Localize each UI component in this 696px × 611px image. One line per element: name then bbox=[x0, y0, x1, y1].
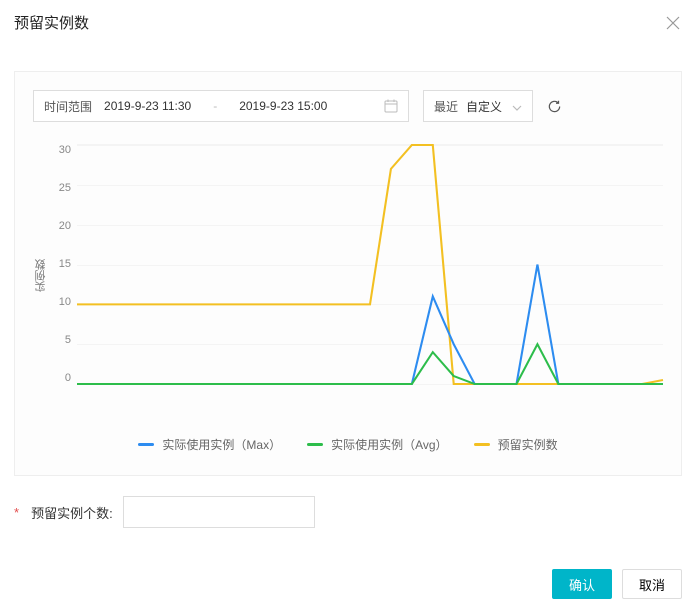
refresh-icon[interactable] bbox=[547, 99, 562, 114]
date-range-separator: - bbox=[213, 99, 217, 113]
close-icon[interactable] bbox=[666, 16, 680, 30]
legend-swatch-reserved bbox=[474, 443, 490, 446]
date-range-start: 2019-9-23 11:30 bbox=[104, 99, 191, 113]
legend-swatch-avg bbox=[307, 443, 323, 446]
legend-label-avg: 实际使用实例（Avg） bbox=[331, 436, 447, 453]
required-asterisk: * bbox=[14, 505, 19, 520]
series-reserved bbox=[77, 145, 663, 384]
date-range-end: 2019-9-23 15:00 bbox=[239, 99, 327, 113]
chart-legend: 实际使用实例（Max） 实际使用实例（Avg） 预留实例数 bbox=[33, 436, 663, 453]
legend-item-max[interactable]: 实际使用实例（Max） bbox=[138, 436, 281, 453]
chart-plot-area bbox=[77, 144, 663, 384]
calendar-icon bbox=[384, 99, 398, 113]
reserved-count-label: 预留实例个数: bbox=[31, 503, 113, 522]
legend-item-reserved[interactable]: 预留实例数 bbox=[474, 436, 558, 453]
chevron-down-icon bbox=[512, 101, 522, 111]
recent-select[interactable]: 最近 自定义 bbox=[423, 90, 533, 122]
confirm-button[interactable]: 确认 bbox=[552, 569, 612, 599]
series-max bbox=[77, 265, 663, 385]
reserved-count-input[interactable] bbox=[123, 496, 315, 528]
legend-label-reserved: 预留实例数 bbox=[498, 436, 558, 453]
recent-value: 自定义 bbox=[466, 98, 502, 115]
date-range-label: 时间范围 bbox=[44, 98, 92, 115]
y-axis-label: 实例数 bbox=[33, 259, 49, 292]
page-title: 预留实例数 bbox=[14, 12, 89, 33]
date-range-picker[interactable]: 时间范围 2019-9-23 11:30 - 2019-9-23 15:00 bbox=[33, 90, 409, 122]
legend-label-max: 实际使用实例（Max） bbox=[162, 436, 281, 453]
series-avg bbox=[77, 344, 663, 384]
legend-item-avg[interactable]: 实际使用实例（Avg） bbox=[307, 436, 447, 453]
cancel-button[interactable]: 取消 bbox=[622, 569, 682, 599]
chart-panel: 时间范围 2019-9-23 11:30 - 2019-9-23 15:00 最… bbox=[14, 71, 682, 476]
legend-swatch-max bbox=[138, 443, 154, 446]
recent-label: 最近 bbox=[434, 98, 458, 115]
y-axis-ticks: 30 25 20 15 10 5 0 bbox=[55, 144, 77, 384]
